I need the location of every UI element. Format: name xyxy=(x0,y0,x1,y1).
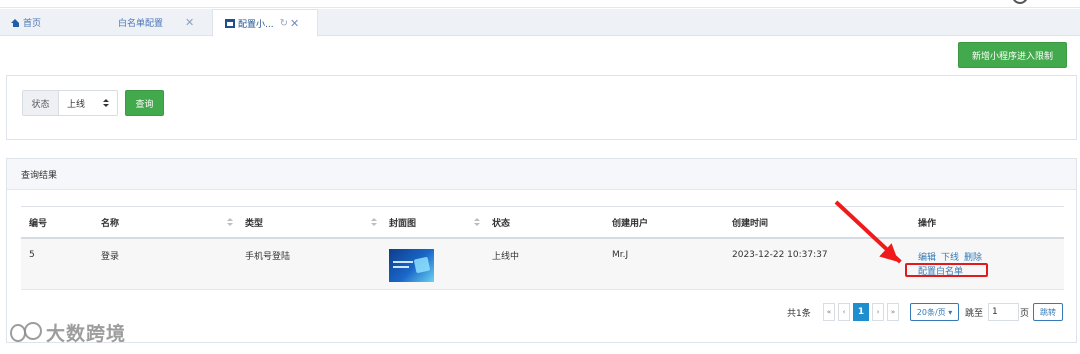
cell-creator: Mr.J xyxy=(612,250,629,260)
add-miniprogram-restriction-button[interactable]: 新增小程序进入限制 xyxy=(958,42,1067,68)
tab-active[interactable]: 配置小... ↻ ✕ xyxy=(212,9,318,37)
page-size-select[interactable]: 20条/页 ▾ xyxy=(910,303,959,321)
delete-link[interactable]: 删除 xyxy=(964,250,982,263)
tab-home-label: 首页 xyxy=(23,19,42,29)
column-header-name: 名称 xyxy=(101,219,120,229)
column-header-cover: 封面图 xyxy=(389,219,417,229)
select-caret-icon xyxy=(103,99,109,108)
cell-id: 5 xyxy=(29,250,35,260)
search-panel: 状态 上线 查询 xyxy=(6,75,1077,140)
column-header-type: 类型 xyxy=(245,219,264,229)
sort-icon[interactable] xyxy=(371,218,377,227)
row-actions: 编辑 下线 删除 xyxy=(918,250,987,263)
tab-home[interactable]: 首页 xyxy=(11,9,41,36)
last-page-button[interactable]: » xyxy=(887,303,899,321)
sort-icon[interactable] xyxy=(227,218,233,227)
status-select[interactable]: 上线 xyxy=(59,91,117,115)
sort-icon[interactable] xyxy=(474,218,480,227)
page-unit-label: 页 xyxy=(1020,308,1030,319)
tab-bar: 首页 白名单配置 ✕ 配置小... ↻ ✕ xyxy=(0,9,1080,37)
cell-status: 上线中 xyxy=(492,251,520,262)
status-filter[interactable]: 状态 上线 xyxy=(22,90,118,116)
refresh-icon[interactable]: ↻ xyxy=(280,18,288,29)
cover-image[interactable] xyxy=(389,249,434,282)
pagination-total: 共1条 xyxy=(787,308,811,319)
jump-to-label: 跳至 xyxy=(965,308,984,319)
watermark-logo-icon xyxy=(8,321,42,343)
jump-page-input[interactable]: 1 xyxy=(988,303,1019,321)
tab-active-label: 配置小... xyxy=(238,19,274,30)
annotation-highlight-box xyxy=(905,263,988,277)
cell-name: 登录 xyxy=(101,251,120,262)
tab-whitelist-config[interactable]: 白名单配置 ✕ xyxy=(118,9,194,36)
watermark: 大数跨境 xyxy=(8,318,126,346)
table-row: 5 登录 手机号登陆 上线中 Mr.J 2023-12-22 10:37:37 … xyxy=(21,239,1064,290)
results-title: 查询结果 xyxy=(7,159,1076,190)
offline-link[interactable]: 下线 xyxy=(941,250,959,263)
close-icon[interactable]: ✕ xyxy=(290,17,299,30)
next-page-button[interactable]: › xyxy=(872,303,884,321)
close-icon[interactable]: ✕ xyxy=(185,16,194,29)
column-header-actions: 操作 xyxy=(918,219,937,229)
query-button[interactable]: 查询 xyxy=(125,90,164,116)
column-header-creator: 创建用户 xyxy=(612,219,649,229)
watermark-text: 大数跨境 xyxy=(46,322,127,345)
jump-button[interactable]: 跳转 xyxy=(1033,303,1063,321)
table-header: 编号 名称 类型 封面图 状态 创建用户 创建时间 操作 xyxy=(21,206,1064,239)
cell-created-at: 2023-12-22 10:37:37 xyxy=(732,250,828,260)
top-strip xyxy=(0,0,1080,8)
window-icon xyxy=(225,18,235,28)
edit-link[interactable]: 编辑 xyxy=(918,250,936,263)
column-header-created-at: 创建时间 xyxy=(732,219,769,229)
status-filter-label: 状态 xyxy=(23,91,59,115)
column-header-status: 状态 xyxy=(492,219,511,229)
column-header-id: 编号 xyxy=(29,219,48,229)
status-select-value: 上线 xyxy=(67,99,86,110)
results-table: 编号 名称 类型 封面图 状态 创建用户 创建时间 操作 5 登录 手机号登陆 … xyxy=(21,206,1064,290)
prev-page-button[interactable]: ‹ xyxy=(838,303,850,321)
page-1-button[interactable]: 1 xyxy=(853,303,869,321)
tab-whitelist-label: 白名单配置 xyxy=(118,19,164,29)
home-icon xyxy=(11,18,20,27)
cell-type: 手机号登陆 xyxy=(245,251,291,262)
first-page-button[interactable]: « xyxy=(823,303,835,321)
